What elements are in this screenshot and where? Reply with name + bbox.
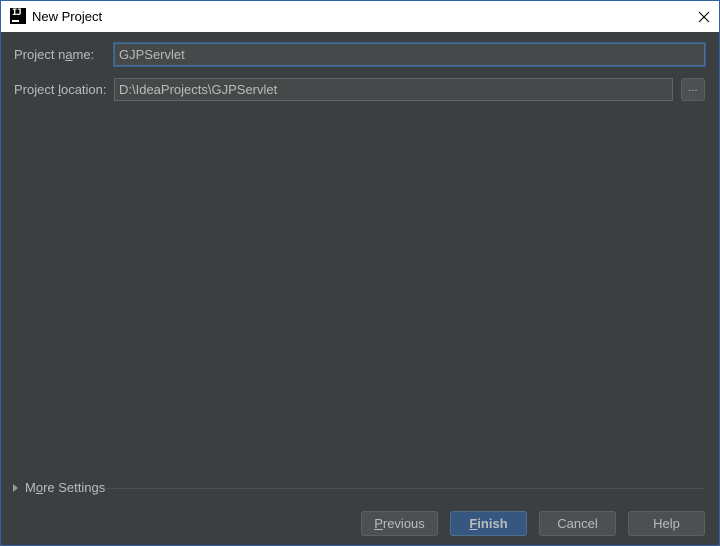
finish-button[interactable]: Finish bbox=[450, 511, 527, 536]
previous-label-rest: revious bbox=[382, 516, 425, 531]
close-button[interactable] bbox=[691, 5, 717, 29]
finish-label-rest: inish bbox=[477, 516, 508, 531]
project-location-label: Project location: bbox=[14, 82, 107, 98]
project-location-label-post: ocation: bbox=[60, 82, 107, 97]
title-bar: IJ New Project bbox=[1, 1, 719, 32]
close-icon bbox=[698, 11, 710, 23]
more-settings-label-mnemonic: o bbox=[35, 480, 44, 495]
project-name-label-mnemonic: a bbox=[65, 47, 73, 62]
new-project-dialog: IJ New Project Project name: GJPServlet … bbox=[0, 0, 720, 546]
project-name-label-post: me: bbox=[72, 47, 95, 62]
expand-arrow-icon bbox=[13, 484, 18, 492]
project-location-label-pre: Project bbox=[14, 82, 59, 97]
project-name-input[interactable]: GJPServlet bbox=[114, 43, 705, 66]
intellij-idea-icon: IJ bbox=[10, 8, 26, 24]
more-settings-divider bbox=[105, 488, 705, 489]
more-settings-label-post: re Settings bbox=[43, 480, 106, 495]
window-title: New Project bbox=[32, 9, 103, 24]
project-name-label: Project name: bbox=[14, 47, 94, 63]
more-settings-label: More Settings bbox=[25, 480, 105, 496]
app-icon-glyph: IJ bbox=[12, 8, 22, 18]
project-name-label-pre: Project n bbox=[14, 47, 66, 62]
more-settings-label-pre: M bbox=[25, 480, 36, 495]
previous-button[interactable]: Previous bbox=[361, 511, 438, 536]
project-location-input[interactable]: D:\IdeaProjects\GJPServlet bbox=[114, 78, 673, 101]
previous-mnemonic: P bbox=[374, 516, 383, 531]
help-button[interactable]: Help bbox=[628, 511, 705, 536]
cancel-button[interactable]: Cancel bbox=[539, 511, 616, 536]
browse-button[interactable]: ... bbox=[681, 78, 705, 101]
app-icon-bar bbox=[12, 20, 19, 22]
